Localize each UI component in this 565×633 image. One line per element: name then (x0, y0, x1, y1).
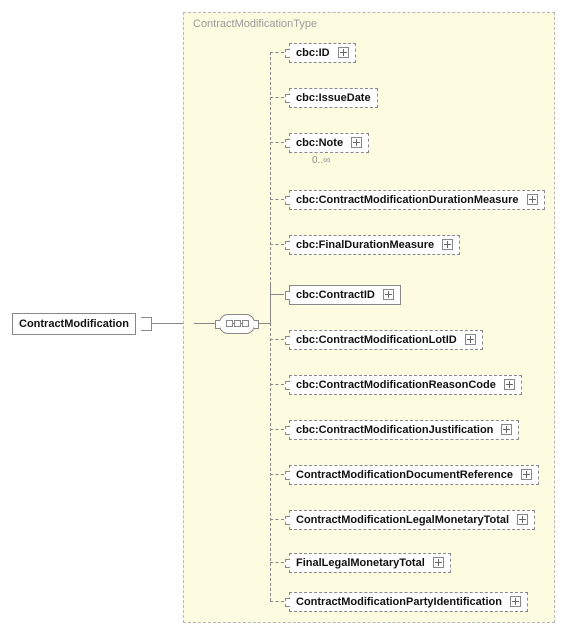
branch-3 (270, 199, 284, 200)
branch-8 (270, 429, 284, 430)
child-label: cbc:ContractModificationDurationMeasure (296, 194, 518, 206)
root-element-label: ContractModification (19, 318, 129, 330)
expand-icon[interactable] (338, 47, 349, 58)
child-label: cbc:ContractID (296, 289, 375, 301)
child-party-ident[interactable]: ContractModificationPartyIdentification (289, 592, 528, 612)
child-legal-monetary[interactable]: ContractModificationLegalMonetaryTotal (289, 510, 535, 530)
expand-icon[interactable] (383, 289, 394, 300)
branch-10 (270, 519, 284, 520)
trunk-upper (270, 52, 271, 285)
type-name-label: ContractModificationType (193, 18, 317, 30)
root-element-tab (141, 317, 152, 331)
branch-4 (270, 244, 284, 245)
child-label: ContractModificationPartyIdentification (296, 596, 502, 608)
connector-seq-out (258, 323, 270, 324)
root-element[interactable]: ContractModification (12, 313, 136, 335)
child-justification[interactable]: cbc:ContractModificationJustification (289, 420, 519, 440)
expand-icon[interactable] (521, 469, 532, 480)
child-label: cbc:ContractModificationReasonCode (296, 379, 496, 391)
sequence-compositor[interactable] (219, 314, 255, 334)
child-label: cbc:ContractModificationLotID (296, 334, 457, 346)
child-doc-reference[interactable]: ContractModificationDocumentReference (289, 465, 539, 485)
child-note[interactable]: cbc:Note (289, 133, 369, 153)
child-issuedate[interactable]: cbc:IssueDate (289, 88, 378, 108)
expand-icon[interactable] (351, 137, 362, 148)
expand-icon[interactable] (504, 379, 515, 390)
trunk-mid (270, 285, 271, 323)
branch-12 (270, 601, 284, 602)
child-lot-id[interactable]: cbc:ContractModificationLotID (289, 330, 483, 350)
occurrence-note: 0..∞ (312, 155, 330, 166)
expand-icon[interactable] (510, 596, 521, 607)
branch-5 (270, 294, 284, 295)
branch-0 (270, 52, 284, 53)
child-label: cbc:ID (296, 47, 330, 59)
child-final-duration[interactable]: cbc:FinalDurationMeasure (289, 235, 460, 255)
expand-icon[interactable] (517, 514, 528, 525)
child-final-monetary[interactable]: FinalLegalMonetaryTotal (289, 553, 451, 573)
expand-icon[interactable] (501, 424, 512, 435)
child-label: cbc:FinalDurationMeasure (296, 239, 434, 251)
child-label: cbc:IssueDate (296, 92, 371, 104)
branch-6 (270, 339, 284, 340)
branch-7 (270, 384, 284, 385)
diagram-canvas: ContractModificationType ContractModific… (0, 0, 565, 633)
expand-icon[interactable] (527, 194, 538, 205)
branch-11 (270, 562, 284, 563)
child-label: ContractModificationLegalMonetaryTotal (296, 514, 509, 526)
child-id[interactable]: cbc:ID (289, 43, 356, 63)
expand-icon[interactable] (433, 557, 444, 568)
child-mod-duration[interactable]: cbc:ContractModificationDurationMeasure (289, 190, 545, 210)
branch-9 (270, 474, 284, 475)
connector-root-to-container (152, 323, 183, 324)
child-label: cbc:ContractModificationJustification (296, 424, 493, 436)
expand-icon[interactable] (442, 239, 453, 250)
branch-2 (270, 142, 284, 143)
child-contractid[interactable]: cbc:ContractID (289, 285, 401, 305)
expand-icon[interactable] (465, 334, 476, 345)
branch-1 (270, 97, 284, 98)
child-label: ContractModificationDocumentReference (296, 469, 513, 481)
child-label: FinalLegalMonetaryTotal (296, 557, 425, 569)
child-label: cbc:Note (296, 137, 343, 149)
trunk-lower (270, 323, 271, 601)
child-reason-code[interactable]: cbc:ContractModificationReasonCode (289, 375, 522, 395)
